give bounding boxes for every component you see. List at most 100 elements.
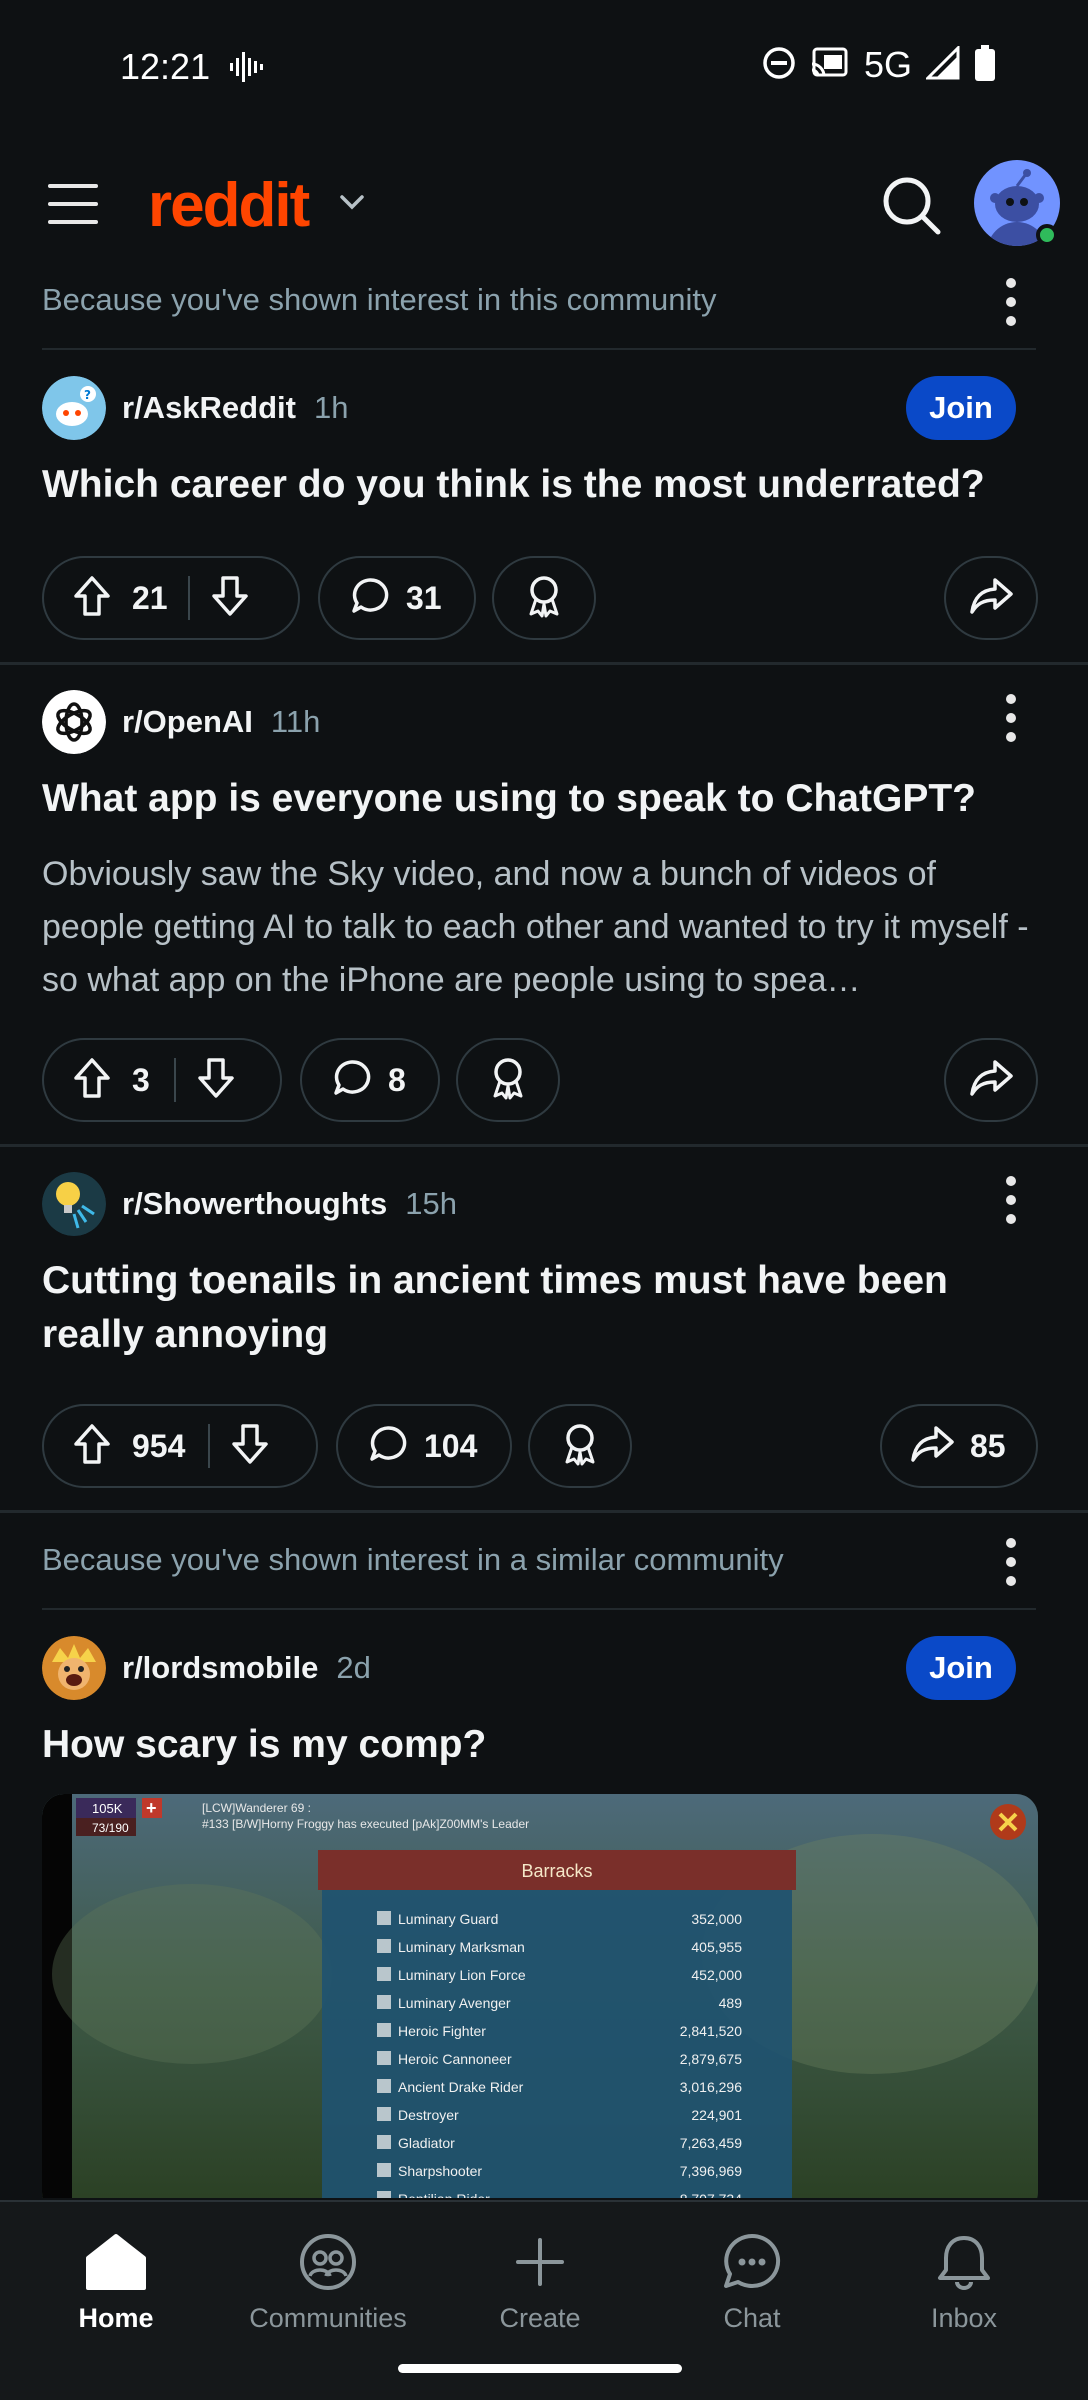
post-title[interactable]: Cutting toenails in ancient times must h… <box>42 1254 1042 1362</box>
post-body[interactable]: Obviously saw the Sky video, and now a b… <box>42 848 1042 1008</box>
post-age: 1h <box>313 390 349 425</box>
post-image[interactable]: 105K 73/190 + [LCW]Wanderer 69 : #133 [B… <box>42 1794 1038 2214</box>
post-age: 11h <box>270 704 321 739</box>
comment-count: 31 <box>406 579 442 616</box>
hud-hp: 73/190 <box>92 1821 129 1835</box>
post-header: r/lordsmobile 2d <box>42 1636 371 1700</box>
troop-icon <box>377 2051 391 2065</box>
chat-message: #133 [B/W]Horny Froggy has executed [pAk… <box>202 1817 529 1831</box>
reddit-logo[interactable]: reddit <box>148 170 310 241</box>
troop-icon <box>377 1967 391 1981</box>
nav-chat-label: Chat <box>723 2303 781 2333</box>
nav-inbox[interactable]: Inbox <box>874 2232 1054 2334</box>
more-options-icon[interactable] <box>996 1538 1026 1594</box>
troop-name: Luminary Lion Force <box>398 1967 526 1983</box>
subreddit-name[interactable]: r/lordsmobile <box>122 1650 318 1686</box>
askreddit-icon[interactable]: ? <box>42 376 106 440</box>
hud-resource: 105K <box>92 1801 123 1816</box>
post-divider <box>0 662 1088 665</box>
home-indicator[interactable] <box>398 2364 682 2373</box>
nav-chat[interactable]: Chat <box>662 2232 842 2334</box>
award-button[interactable] <box>528 1404 632 1488</box>
troop-icon <box>377 1911 391 1925</box>
share-icon <box>969 576 1013 621</box>
subreddit-name[interactable]: r/AskReddit <box>122 390 296 426</box>
troop-icon <box>377 2163 391 2177</box>
troop-icon <box>377 1939 391 1953</box>
upvote-icon[interactable] <box>72 1422 112 1471</box>
battery-icon <box>974 44 996 86</box>
vote-divider <box>174 1058 176 1102</box>
plus-icon <box>508 2238 572 2296</box>
downvote-icon[interactable] <box>196 1056 236 1105</box>
status-bar: 12:21 5G <box>0 0 1088 140</box>
more-options-icon[interactable] <box>996 278 1026 334</box>
troop-name: Luminary Avenger <box>398 1995 511 2011</box>
chat-name: [LCW]Wanderer 69 : <box>202 1801 311 1815</box>
app-header: reddit <box>0 140 1088 280</box>
share-button[interactable] <box>944 1038 1038 1122</box>
upvote-icon[interactable] <box>72 1056 112 1105</box>
more-options-icon[interactable] <box>996 694 1026 750</box>
join-button[interactable]: Join <box>906 376 1016 440</box>
share-button[interactable] <box>944 556 1038 640</box>
comments-button[interactable]: 31 <box>318 556 476 640</box>
troop-count: 7,263,459 <box>680 2135 742 2151</box>
downvote-icon[interactable] <box>210 574 250 623</box>
chevron-down-icon[interactable] <box>338 192 366 217</box>
nav-home[interactable]: Home <box>26 2232 206 2334</box>
comment-count: 8 <box>388 1061 406 1098</box>
status-time: 12:21 <box>120 46 211 87</box>
award-icon <box>487 1056 529 1105</box>
divider <box>42 1608 1036 1610</box>
subreddit-name[interactable]: r/Showerthoughts <box>122 1186 387 1222</box>
more-options-icon[interactable] <box>996 1176 1026 1232</box>
svg-text:?: ? <box>84 388 91 402</box>
post-header: ? r/AskReddit 1h <box>42 376 348 440</box>
dnd-icon <box>762 46 796 85</box>
network-type: 5G <box>863 44 912 85</box>
divider <box>42 348 1036 350</box>
award-button[interactable] <box>456 1038 560 1122</box>
nav-create[interactable]: Create <box>450 2232 630 2334</box>
cast-icon <box>810 46 850 85</box>
post-title[interactable]: How scary is my comp? <box>42 1718 1042 1772</box>
recommendation-reason: Because you've shown interest in this co… <box>42 282 717 317</box>
showerthoughts-icon[interactable] <box>42 1172 106 1236</box>
join-button[interactable]: Join <box>906 1636 1016 1700</box>
post-header: r/OpenAI 11h <box>42 690 320 754</box>
share-icon <box>910 1424 954 1469</box>
subreddit-name[interactable]: r/OpenAI <box>122 704 253 740</box>
post-title[interactable]: Which career do you think is the most un… <box>42 458 1042 512</box>
troop-name: Ancient Drake Rider <box>398 2079 524 2095</box>
share-button[interactable]: 85 <box>880 1404 1038 1488</box>
award-button[interactable] <box>492 556 596 640</box>
vote-divider <box>188 576 190 620</box>
menu-icon[interactable] <box>48 184 98 224</box>
comments-button[interactable]: 8 <box>300 1038 440 1122</box>
troop-count: 224,901 <box>691 2107 742 2123</box>
comments-button[interactable]: 104 <box>336 1404 512 1488</box>
panel-title: Barracks <box>521 1861 592 1881</box>
nav-communities[interactable]: Communities <box>238 2232 418 2334</box>
troop-count: 352,000 <box>691 1911 742 1927</box>
post-header: r/Showerthoughts 15h <box>42 1172 457 1236</box>
search-icon[interactable] <box>880 174 944 243</box>
post-title[interactable]: What app is everyone using to speak to C… <box>42 772 1042 826</box>
troop-icon <box>377 2107 391 2121</box>
downvote-icon[interactable] <box>230 1422 270 1471</box>
lordsmobile-icon[interactable] <box>42 1636 106 1700</box>
bell-icon <box>932 2236 996 2296</box>
comment-count: 104 <box>424 1427 478 1464</box>
vote-bar: 21 <box>42 556 300 640</box>
comment-icon <box>368 1424 408 1469</box>
comment-icon <box>350 576 390 621</box>
troop-name: Luminary Guard <box>398 1911 498 1927</box>
troop-count: 7,396,969 <box>680 2163 742 2179</box>
chat-icon <box>720 2233 784 2296</box>
openai-icon[interactable] <box>42 690 106 754</box>
upvote-count: 954 <box>132 1427 186 1464</box>
upvote-icon[interactable] <box>72 574 112 623</box>
troop-count: 2,841,520 <box>680 2023 742 2039</box>
post-divider <box>0 1144 1088 1147</box>
